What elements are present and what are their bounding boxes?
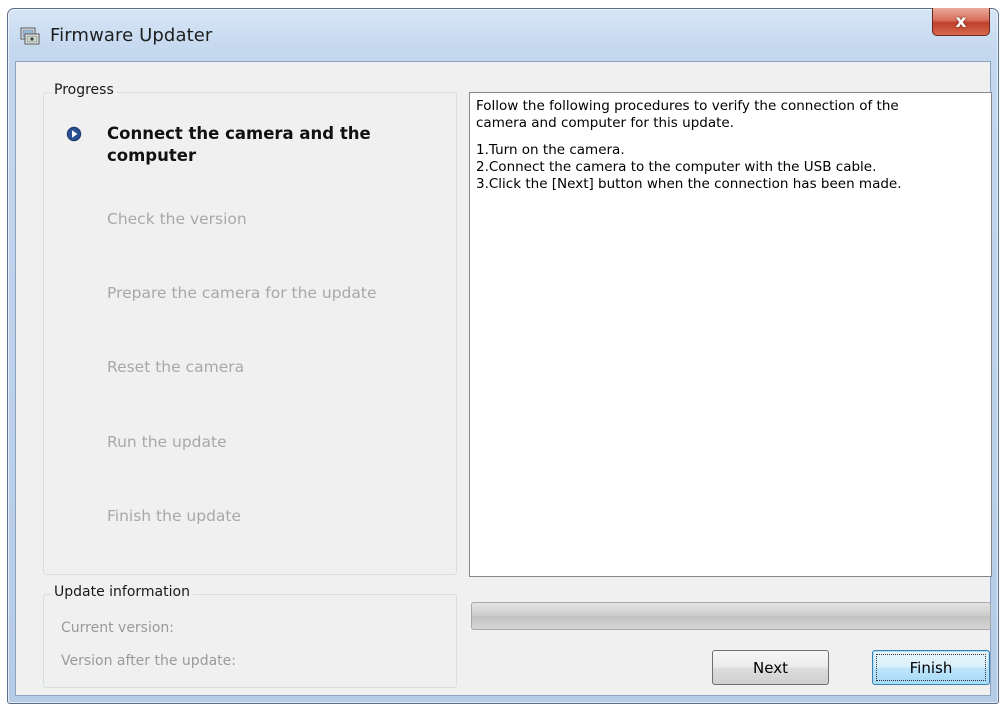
- instructions-step1: 1.Turn on the camera.: [476, 142, 625, 158]
- dialog-client-area: Progress Connect the camera and the comp…: [15, 61, 992, 696]
- step-label: Connect the camera and the computer: [107, 124, 371, 165]
- instructions-step3: 3.Click the [Next] button when the conne…: [476, 176, 902, 192]
- progress-legend: Progress: [51, 82, 117, 98]
- step-label: Reset the camera: [107, 358, 245, 376]
- title-bar[interactable]: Firmware Updater x: [8, 8, 998, 61]
- instructions-intro-line2: camera and computer for this update.: [476, 115, 734, 131]
- instructions-intro-line1: Follow the following procedures to verif…: [476, 98, 899, 114]
- current-version-row: Current version:: [61, 620, 180, 636]
- close-icon: x: [955, 11, 967, 32]
- instructions-step2: 2.Connect the camera to the computer wit…: [476, 159, 877, 175]
- current-step-arrow-icon: [66, 126, 82, 142]
- firmware-updater-app-icon: [20, 27, 40, 45]
- instructions-spacer: [476, 132, 985, 142]
- finish-button[interactable]: Finish: [872, 650, 990, 685]
- next-button-label: Next: [753, 658, 788, 677]
- step-label: Finish the update: [107, 507, 242, 525]
- next-button[interactable]: Next: [712, 650, 829, 685]
- progress-group: Progress Connect the camera and the comp…: [43, 82, 457, 575]
- version-after-update-label: Version after the update:: [61, 653, 236, 669]
- window-title: Firmware Updater: [50, 25, 213, 46]
- update-information-group: Update information Current version: Vers…: [43, 584, 457, 688]
- step-label: Run the update: [107, 433, 227, 451]
- current-version-label: Current version:: [61, 620, 175, 636]
- update-progress-bar: [471, 602, 991, 630]
- firmware-updater-window: Firmware Updater x Progress Connect the …: [7, 8, 999, 704]
- step-label: Check the version: [107, 210, 247, 228]
- update-information-legend: Update information: [51, 584, 193, 600]
- finish-button-label: Finish: [909, 658, 953, 677]
- version-after-update-row: Version after the update:: [61, 653, 242, 669]
- close-button[interactable]: x: [932, 8, 990, 36]
- step-label: Prepare the camera for the update: [107, 284, 377, 302]
- instructions-panel[interactable]: Follow the following procedures to verif…: [469, 92, 992, 577]
